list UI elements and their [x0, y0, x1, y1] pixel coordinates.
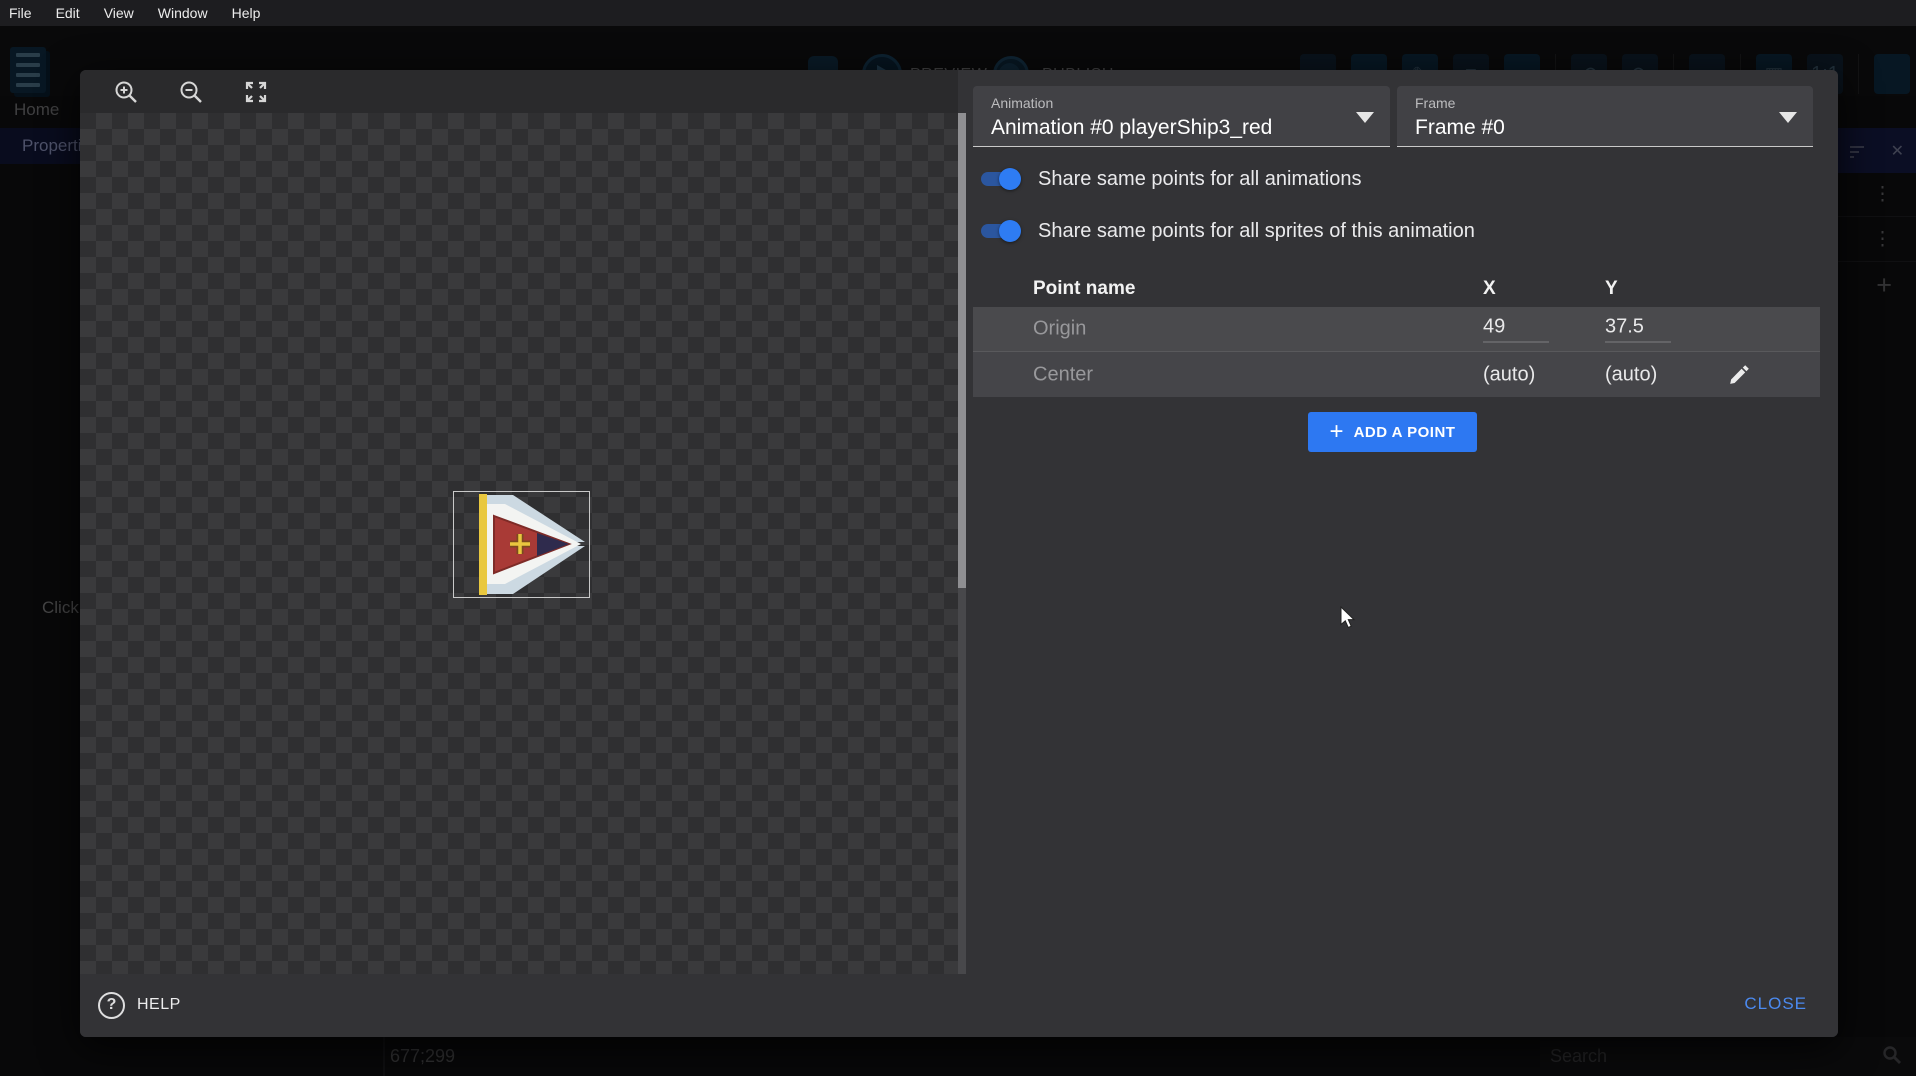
sprite-selection-box[interactable]: [453, 491, 590, 598]
point-name: Origin: [1033, 318, 1086, 341]
add-a-point-label: ADD A POINT: [1354, 424, 1456, 441]
close-button[interactable]: CLOSE: [1744, 994, 1807, 1014]
animation-select-label: Animation: [991, 95, 1053, 111]
point-name: Center: [1033, 363, 1093, 386]
scrollbar-track: [958, 588, 966, 974]
add-a-point-button[interactable]: + ADD A POINT: [1308, 412, 1477, 452]
pencil-icon: [1725, 361, 1753, 389]
menu-bar: File Edit View Window Help: [0, 0, 1916, 26]
center-x-value: (auto): [1483, 363, 1535, 386]
edit-point-button[interactable]: [1725, 361, 1755, 391]
share-all-animations-toggle[interactable]: [975, 162, 1023, 196]
origin-x-input[interactable]: 49: [1483, 316, 1549, 343]
menu-view[interactable]: View: [104, 5, 134, 21]
dialog-footer: ? HELP CLOSE: [80, 974, 1838, 1037]
toggle-share-all-sprites-row: Share same points for all sprites of thi…: [975, 214, 1475, 248]
points-table-header: Point name X Y: [973, 274, 1820, 306]
menu-edit[interactable]: Edit: [56, 5, 80, 21]
points-panel: Animation Animation #0 playerShip3_red F…: [966, 70, 1838, 974]
edit-points-dialog: Animation Animation #0 playerShip3_red F…: [80, 70, 1838, 1037]
animation-select[interactable]: Animation Animation #0 playerShip3_red: [973, 86, 1390, 147]
plus-icon: +: [1330, 420, 1344, 444]
help-icon: ?: [98, 992, 125, 1019]
table-row-center[interactable]: Center (auto) (auto): [973, 351, 1820, 397]
frame-select[interactable]: Frame Frame #0: [1397, 86, 1813, 147]
toggle-label: Share same points for all animations: [1038, 168, 1362, 191]
origin-y-input[interactable]: 37.5: [1605, 316, 1671, 343]
fit-to-screen-icon[interactable]: [242, 78, 270, 106]
menu-help[interactable]: Help: [232, 5, 261, 21]
canvas-toolbar: [80, 70, 958, 113]
mouse-cursor: [1336, 606, 1360, 630]
help-button[interactable]: ? HELP: [98, 989, 181, 1021]
x-header: X: [1483, 278, 1496, 300]
zoom-out-icon[interactable]: [177, 78, 205, 106]
menu-file[interactable]: File: [9, 5, 32, 21]
frame-select-value: Frame #0: [1415, 116, 1505, 140]
chevron-down-icon: [1779, 112, 1797, 123]
scrollbar-thumb[interactable]: [958, 113, 966, 588]
player-ship-sprite: [454, 492, 589, 597]
help-label: HELP: [137, 996, 181, 1014]
table-row-origin[interactable]: Origin 49 37.5: [973, 307, 1820, 351]
toggle-label: Share same points for all sprites of thi…: [1038, 220, 1475, 243]
share-all-sprites-toggle[interactable]: [975, 214, 1023, 248]
canvas-scrollbar[interactable]: [958, 113, 966, 974]
y-header: Y: [1605, 278, 1618, 300]
point-name-header: Point name: [1033, 278, 1135, 300]
sprite-canvas[interactable]: [80, 113, 958, 974]
toggle-share-all-animations-row: Share same points for all animations: [975, 162, 1362, 196]
center-y-value: (auto): [1605, 363, 1657, 386]
chevron-down-icon: [1356, 112, 1374, 123]
animation-select-value: Animation #0 playerShip3_red: [991, 116, 1272, 140]
zoom-in-icon[interactable]: [112, 78, 140, 106]
frame-select-label: Frame: [1415, 95, 1455, 111]
menu-window[interactable]: Window: [158, 5, 208, 21]
